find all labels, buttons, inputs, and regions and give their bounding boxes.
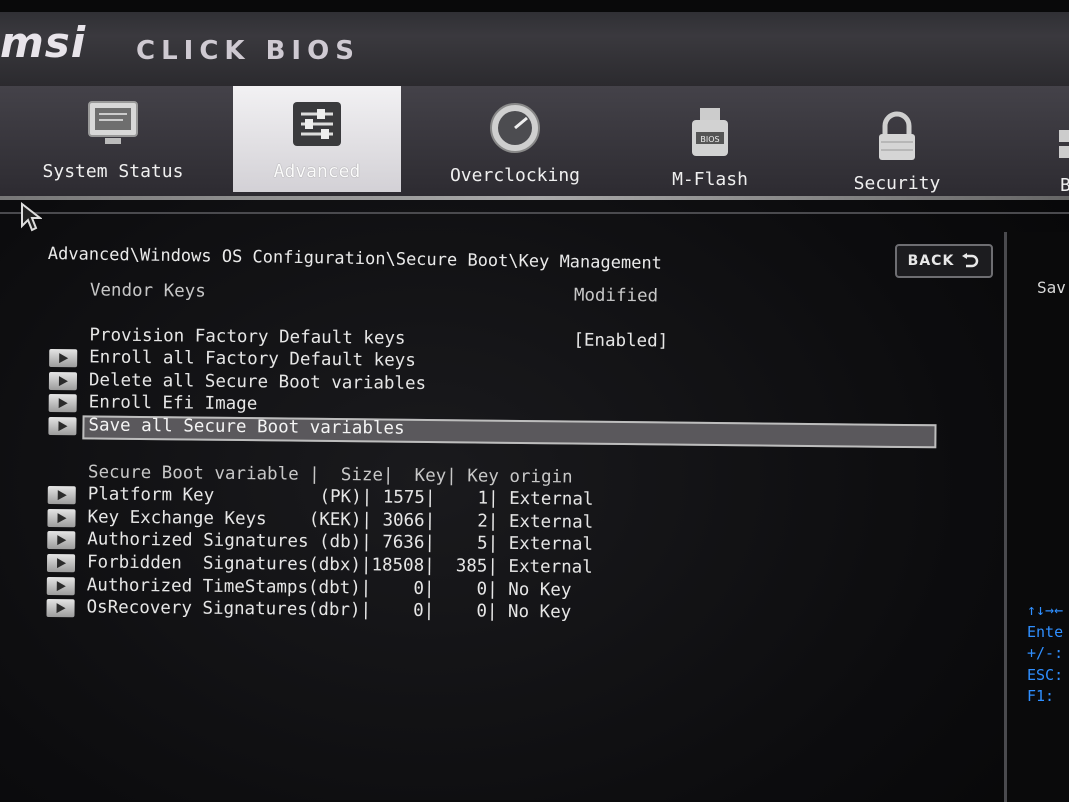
- tab-security[interactable]: Security: [812, 98, 982, 204]
- msi-logo: msi: [0, 18, 87, 67]
- submenu-arrow-icon: [48, 394, 77, 413]
- table-row: Key Exchange Keys (KEK)| 3066| 2| Extern…: [87, 507, 594, 533]
- tab-system-status[interactable]: System Status: [28, 86, 198, 192]
- table-row: Authorized TimeStamps(dbt)| 0| 0| No Key: [86, 574, 572, 601]
- bios-header: msi CLICK BIOS: [0, 0, 1069, 90]
- key-help-arrows: ↑↓→←: [1027, 601, 1064, 619]
- key-help-plus-minus: +/-:: [1027, 644, 1064, 662]
- submenu-arrow-icon: [46, 599, 75, 618]
- tab-boot[interactable]: B: [1042, 100, 1069, 206]
- table-row: Forbidden Signatures(dbx)|18508| 385| Ex…: [86, 552, 593, 578]
- main-tab-bar: System Status Advanced Overclocking BIOS: [0, 86, 1069, 196]
- key-help-f1: F1:: [1027, 687, 1055, 705]
- key-help-esc: ESC:: [1027, 665, 1064, 684]
- submenu-arrow-icon: [46, 576, 75, 595]
- submenu-arrow-icon: [47, 486, 76, 505]
- tab-label: Overclocking: [449, 165, 581, 186]
- monitor-icon: [88, 101, 138, 144]
- table-row: Platform Key (PK)| 1575| 1| External: [87, 484, 594, 510]
- usb-drive-icon: BIOS: [692, 108, 728, 156]
- provision-value[interactable]: [Enabled]: [573, 330, 668, 351]
- tab-label: B: [1060, 175, 1069, 196]
- settings-panel: Vendor Keys Modified Provision Factory D…: [44, 280, 948, 629]
- key-help-list: ↑↓→← Ente +/-: ESC: F1:: [1027, 600, 1063, 708]
- help-panel: Sav ↑↓→← Ente +/-: ESC: F1:: [1004, 232, 1069, 802]
- submenu-arrow-icon: [47, 508, 76, 528]
- tab-label: System Status: [42, 161, 184, 182]
- back-button[interactable]: BACK: [895, 244, 993, 278]
- click-bios-title: CLICK BIOS: [136, 36, 360, 66]
- menu-item-label: Delete all Secure Boot variables: [88, 370, 427, 394]
- table-row: OsRecovery Signatures(dbr)| 0| 0| No Key: [86, 597, 572, 623]
- svg-text:BIOS: BIOS: [700, 135, 719, 144]
- back-arrow-icon: [962, 253, 979, 268]
- submenu-arrow-icon: [49, 349, 78, 368]
- menu-item-label: Enroll all Factory Default keys: [89, 347, 416, 372]
- breadcrumb: Advanced\Windows OS Configuration\Secure…: [47, 244, 663, 274]
- table-header: Secure Boot variable | Size| Key| Key or…: [87, 461, 573, 488]
- submenu-arrow-icon: [47, 531, 76, 550]
- menu-item-label: Save all Secure Boot variables: [88, 415, 405, 439]
- key-help-enter: Ente: [1027, 622, 1064, 641]
- mouse-cursor-icon: [21, 202, 42, 232]
- back-button-label: BACK: [907, 253, 955, 269]
- submenu-arrow-icon: [48, 416, 77, 436]
- vendor-keys-value: Modified: [573, 285, 659, 307]
- tab-m-flash[interactable]: BIOS M-Flash: [625, 94, 795, 200]
- tab-advanced[interactable]: Advanced: [233, 86, 401, 192]
- tab-label: Advanced: [273, 161, 361, 182]
- header-divider: [0, 196, 1069, 200]
- gauge-icon: [490, 103, 540, 153]
- help-text: Sav: [1037, 278, 1066, 297]
- tab-label: M-Flash: [672, 169, 748, 190]
- tab-label: Security: [853, 173, 941, 194]
- boot-icon: [1059, 130, 1069, 158]
- header-divider-line: [0, 212, 1069, 214]
- submenu-arrow-icon: [46, 553, 76, 573]
- vendor-keys-label: Vendor Keys: [89, 280, 206, 302]
- menu-item-label: Enroll Efi Image: [88, 392, 258, 415]
- sliders-icon: [293, 102, 341, 146]
- table-row: Authorized Signatures (db)| 7636| 5| Ext…: [87, 529, 594, 556]
- tab-overclocking[interactable]: Overclocking: [430, 90, 600, 196]
- padlock-icon: [879, 111, 915, 160]
- provision-label: Provision Factory Default keys: [89, 325, 406, 349]
- submenu-arrow-icon: [48, 371, 78, 391]
